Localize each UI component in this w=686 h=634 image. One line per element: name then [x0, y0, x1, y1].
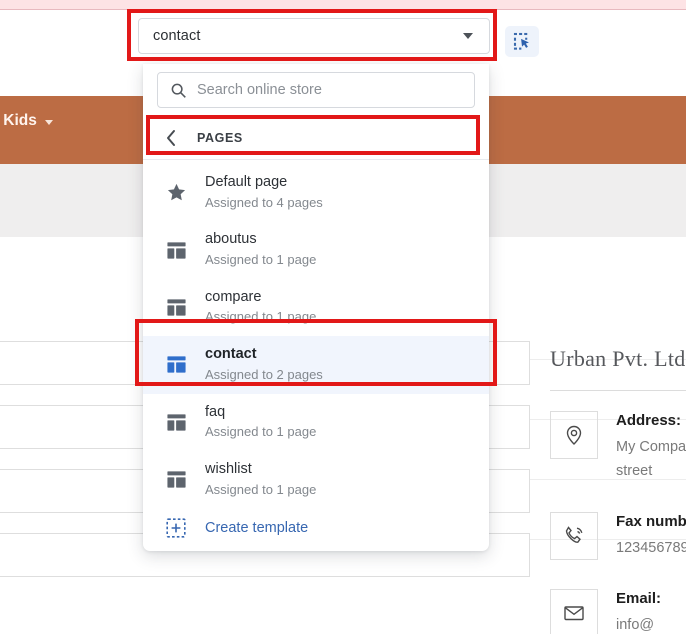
list-item-subtitle: Assigned to 1 page: [205, 424, 317, 440]
list-item-wishlist[interactable]: wishlist Assigned to 1 page: [143, 451, 489, 508]
create-template-label: Create template: [205, 520, 309, 537]
star-icon: [163, 182, 189, 203]
info-label-email: Email:: [616, 589, 662, 607]
list-item-name: Default page: [205, 174, 288, 190]
info-value-fax: 123456789: [616, 539, 686, 556]
list-item-subtitle: Assigned to 4 pages: [205, 194, 323, 210]
list-item-faq[interactable]: faq Assigned to 1 page: [143, 394, 489, 451]
envelope-icon: [550, 588, 598, 634]
info-label-fax: Fax numb: [616, 512, 686, 530]
info-row-address: Address: My Compa street: [550, 411, 686, 484]
list-item-aboutus[interactable]: aboutus Assigned to 1 page: [143, 221, 489, 278]
list-item-compare[interactable]: compare Assigned to 1 page: [143, 279, 489, 336]
element-picker-icon: [513, 32, 529, 50]
list-item-name: compare: [205, 288, 262, 305]
list-item-subtitle: Assigned to 1 page: [205, 251, 317, 267]
nav-item-for-kids[interactable]: For Kids: [0, 112, 53, 130]
list-item-subtitle: Assigned to 2 pages: [205, 366, 323, 382]
section-title: PAGES: [197, 131, 243, 145]
list-item-subtitle: Assigned to 1 page: [205, 481, 317, 497]
divider: [550, 390, 686, 391]
screen-root: For Kids Accesso Urban Pvt. Ltd.: [0, 0, 686, 634]
company-info-block: Urban Pvt. Ltd. Address: My Compa street: [550, 346, 686, 634]
chevron-left-icon: [167, 130, 175, 146]
list-item-subtitle: Assigned to 1 page: [205, 309, 317, 325]
template-icon: [163, 412, 189, 433]
chevron-down-icon: [44, 120, 53, 125]
search-icon: [171, 83, 186, 98]
list-item-name: contact: [205, 346, 257, 363]
top-notification-strip: [0, 0, 686, 10]
create-template-button[interactable]: Create template: [143, 508, 489, 548]
search-area: [143, 64, 489, 118]
template-icon: [163, 354, 189, 375]
info-label-address: Address:: [616, 412, 682, 429]
info-value-address-line2: street: [616, 462, 653, 479]
element-picker-button[interactable]: [505, 26, 539, 57]
list-item-name: wishlist: [205, 461, 252, 478]
company-name: Urban Pvt. Ltd.: [550, 346, 686, 371]
template-dropdown-panel: PAGES Default page Assigned to 4 pages: [143, 64, 489, 551]
list-item-contact[interactable]: contact Assigned to 2 pages: [143, 336, 489, 394]
template-icon: [163, 469, 189, 490]
search-field-wrapper[interactable]: [157, 72, 475, 108]
list-item-name: aboutus: [205, 231, 257, 248]
info-value-email: info@: [616, 616, 655, 633]
template-icon: [163, 297, 189, 318]
chevron-down-icon: [463, 33, 473, 39]
info-row-email: Email: info@: [550, 588, 686, 634]
location-pin-icon: [550, 411, 598, 459]
template-select-value: contact: [153, 28, 201, 44]
editor-toolbar: contact: [0, 11, 686, 61]
nav-item-for-kids-label: For Kids: [0, 112, 37, 129]
template-icon: [163, 240, 189, 261]
template-select-dropdown[interactable]: contact: [138, 18, 490, 54]
search-input[interactable]: [197, 82, 462, 98]
fax-phone-icon: [550, 511, 598, 560]
add-dashed-icon: [163, 518, 189, 539]
template-list: Default page Assigned to 4 pages aboutus…: [143, 160, 489, 548]
section-header-pages[interactable]: PAGES: [143, 118, 489, 160]
info-value-address-line1: My Compa: [616, 439, 686, 455]
list-item-name: faq: [205, 403, 226, 420]
info-row-fax: Fax numb 123456789: [550, 511, 686, 561]
list-item-default-page[interactable]: Default page Assigned to 4 pages: [143, 164, 489, 221]
